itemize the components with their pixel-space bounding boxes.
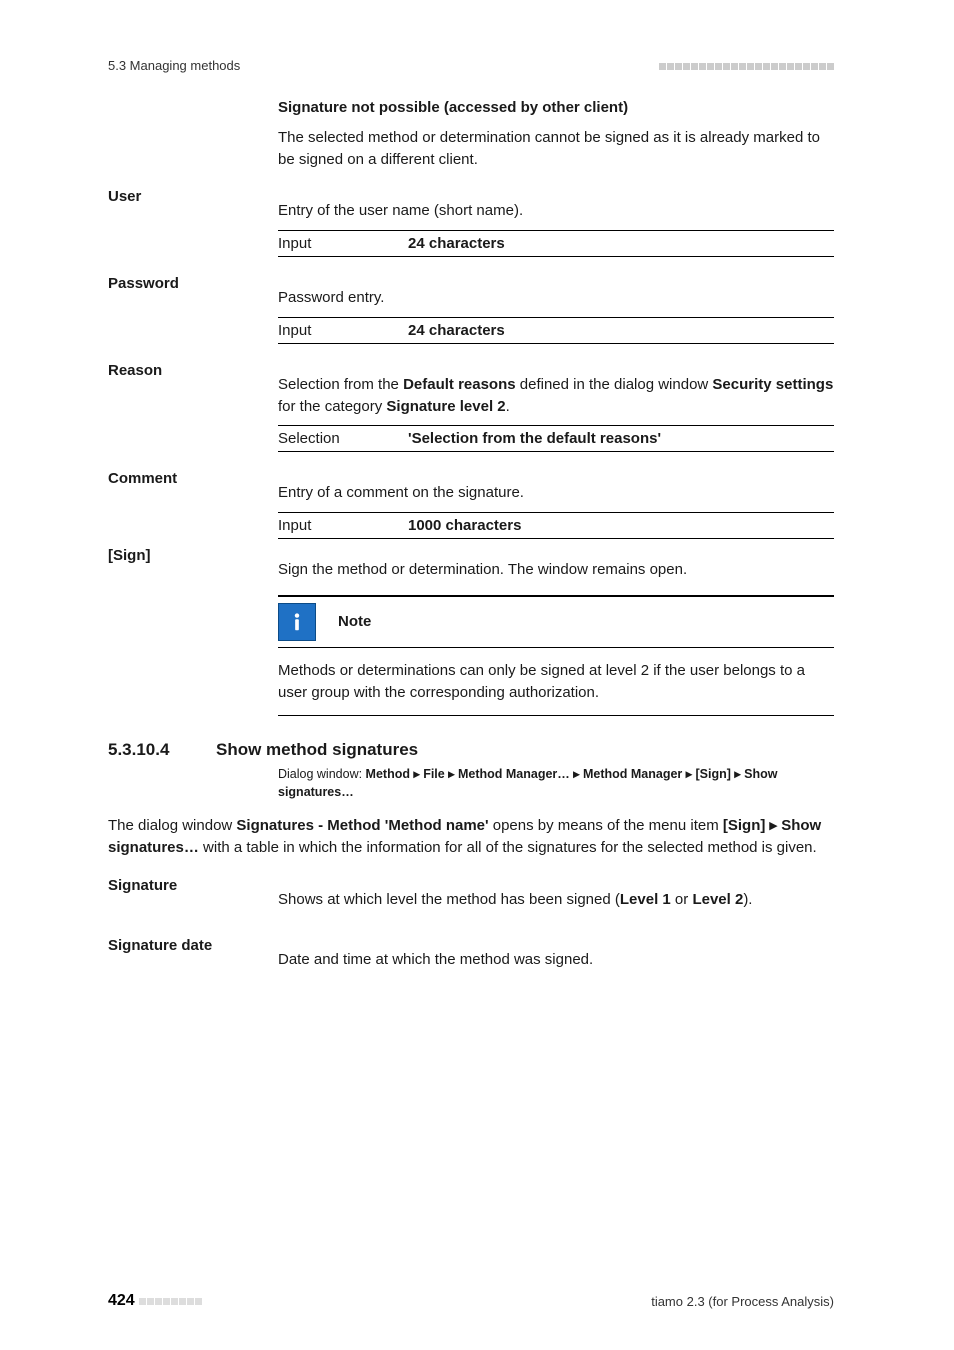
field-label-user: User [108,186,278,205]
field-sign: [Sign] Sign the method or determination.… [108,545,834,716]
reason-desc-pre: Selection from the [278,376,403,393]
chapter-p1-pre: The dialog window [108,817,236,834]
comment-row-label: Input [278,517,408,534]
chapter-path-pre: Dialog window: [278,767,366,781]
user-table-row: Input 24 characters [278,230,834,257]
chapter-path: Dialog window: Method ▸ File ▸ Method Ma… [278,766,834,801]
password-row-value: 24 characters [408,322,834,339]
field-signature-date: Signature date Date and time at which th… [108,935,834,979]
page-number: 424 [108,1292,135,1309]
footer-left: 424 [108,1292,202,1310]
comment-desc: Entry of a comment on the signature. [278,482,834,504]
sign-desc: Sign the method or determination. The wi… [278,559,834,581]
field-password: Password Password entry. Input 24 charac… [108,273,834,344]
chapter-heading: 5.3.10.4 Show method signatures [108,740,834,760]
signature-desc-bold1: Level 1 [620,891,671,908]
signature-date-desc: Date and time at which the method was si… [278,949,834,971]
field-user: User Entry of the user name (short name)… [108,186,834,257]
reason-desc-bold3: Signature level 2 [386,398,505,415]
note-title: Note [338,613,371,630]
comment-row-value: 1000 characters [408,517,834,534]
reason-table-row: Selection 'Selection from the default re… [278,425,834,452]
footer-dots [138,1293,202,1308]
running-head-left: 5.3 Managing methods [108,58,240,73]
intro-block: Signature not possible (accessed by othe… [278,97,834,170]
field-label-signature: Signature [108,875,278,894]
chapter-p1-end: with a table in which the information fo… [199,839,817,856]
password-desc: Password entry. [278,287,834,309]
signature-desc-mid: or [671,891,693,908]
user-row-value: 24 characters [408,235,834,252]
reason-desc-mid: defined in the dialog window [516,376,713,393]
password-table-row: Input 24 characters [278,317,834,344]
reason-row-label: Selection [278,430,408,447]
field-label-comment: Comment [108,468,278,487]
comment-table-row: Input 1000 characters [278,512,834,539]
page-footer: 424 tiamo 2.3 (for Process Analysis) [108,1292,834,1310]
field-comment: Comment Entry of a comment on the signat… [108,468,834,539]
intro-heading: Signature not possible (accessed by othe… [278,97,834,119]
note-box: Note Methods or determinations can only … [278,595,834,717]
info-icon [278,603,316,641]
reason-desc-mid2: for the category [278,398,386,415]
reason-desc-bold1: Default reasons [403,376,516,393]
field-signature: Signature Shows at which level the metho… [108,875,834,919]
signature-desc-pre: Shows at which level the method has been… [278,891,620,908]
reason-desc-end: . [506,398,510,415]
chapter-p1: The dialog window Signatures - Method 'M… [108,815,834,859]
field-label-signature-date: Signature date [108,935,278,954]
running-head: 5.3 Managing methods [108,58,834,73]
field-label-reason: Reason [108,360,278,379]
footer-product: tiamo 2.3 (for Process Analysis) [651,1294,834,1309]
chapter-title: Show method signatures [216,740,418,760]
password-row-label: Input [278,322,408,339]
chapter-p1-mid: opens by means of the menu item [489,817,723,834]
field-label-password: Password [108,273,278,292]
signature-desc-end: ). [743,891,752,908]
field-reason: Reason Selection from the Default reason… [108,360,834,453]
field-label-sign: [Sign] [108,545,278,564]
user-desc: Entry of the user name (short name). [278,200,834,222]
reason-row-value: 'Selection from the default reasons' [408,430,834,447]
reason-desc: Selection from the Default reasons defin… [278,374,834,418]
reason-desc-bold2: Security settings [712,376,833,393]
user-row-label: Input [278,235,408,252]
chapter-num: 5.3.10.4 [108,740,216,760]
intro-text: The selected method or determination can… [278,127,834,171]
chapter-p1-bold1: Signatures - Method 'Method name' [236,817,488,834]
note-body: Methods or determinations can only be si… [278,648,834,717]
header-dots [658,58,834,73]
signature-desc-bold2: Level 2 [692,891,743,908]
page: 5.3 Managing methods Signature not possi… [0,0,954,1350]
signature-desc: Shows at which level the method has been… [278,889,834,911]
note-head: Note [278,595,834,648]
